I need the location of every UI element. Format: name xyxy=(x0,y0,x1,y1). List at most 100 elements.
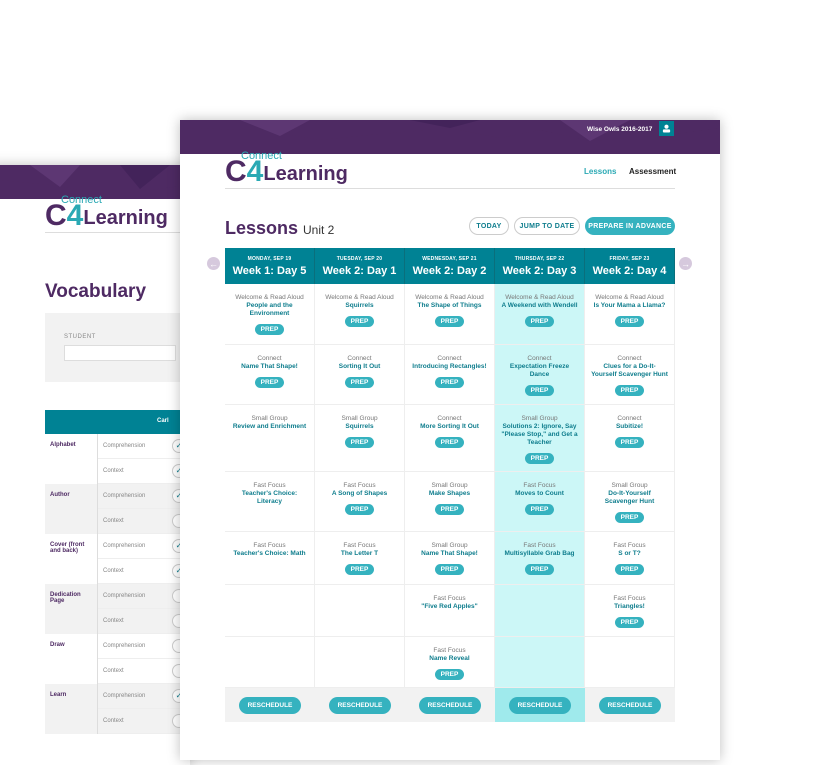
vocab-word: Author xyxy=(45,484,98,534)
prep-button[interactable]: PREP xyxy=(434,504,465,515)
prepare-in-advance-button[interactable]: PREPARE IN ADVANCE xyxy=(585,217,675,235)
day-header: FRIDAY, SEP 23 Week 2: Day 4 xyxy=(585,248,675,284)
lesson-name-link[interactable]: Multisyllable Grab Bag xyxy=(495,550,584,558)
lesson-name-link[interactable]: Is Your Mama a Llama? xyxy=(585,302,674,310)
lesson-name-link[interactable]: Squirrels xyxy=(315,302,404,310)
lesson-name-link[interactable]: A Weekend with Wendell xyxy=(495,302,584,310)
user-icon[interactable] xyxy=(659,121,674,136)
prep-button[interactable]: PREP xyxy=(614,316,645,327)
lesson-name-link[interactable]: Subitize! xyxy=(585,423,674,431)
lesson-cell: Connect Name That Shape! PREP xyxy=(225,345,315,405)
lesson-name-link[interactable]: More Sorting It Out xyxy=(405,423,494,431)
vocab-type: Comprehension xyxy=(103,443,146,449)
student-input[interactable] xyxy=(64,345,176,361)
prep-button[interactable]: PREP xyxy=(344,437,375,448)
lesson-type: Fast Focus xyxy=(523,482,556,489)
prep-button[interactable]: PREP xyxy=(344,504,375,515)
lesson-cell: Connect Expectation Freeze Dance PREP xyxy=(495,345,585,405)
logo[interactable]: C4 Connect Learning xyxy=(225,150,348,187)
lesson-name-link[interactable]: "Five Red Apples" xyxy=(405,603,494,611)
prep-button[interactable]: PREP xyxy=(434,669,465,680)
reschedule-cell: RESCHEDULE xyxy=(405,688,495,722)
reschedule-button[interactable]: RESCHEDULE xyxy=(598,696,662,714)
prep-button[interactable]: PREP xyxy=(614,617,645,628)
lesson-type: Fast Focus xyxy=(613,542,646,549)
reschedule-button[interactable]: RESCHEDULE xyxy=(328,696,392,714)
lesson-name-link[interactable]: Review and Enrichment xyxy=(225,423,314,431)
prep-button[interactable]: PREP xyxy=(524,453,555,464)
lesson-cell: Fast Focus Teacher's Choice: Literacy xyxy=(225,472,315,532)
lesson-name-link[interactable]: Name Reveal xyxy=(405,655,494,663)
reschedule-button[interactable]: RESCHEDULE xyxy=(238,696,302,714)
lesson-cell: Fast Focus Multisyllable Grab Bag PREP xyxy=(495,532,585,585)
vocab-row: Context xyxy=(98,609,190,634)
prep-button[interactable]: PREP xyxy=(254,377,285,388)
today-button[interactable]: TODAY xyxy=(469,217,509,235)
lesson-cell: Welcome & Read Aloud The Shape of Things P… xyxy=(405,284,495,345)
vocab-word: Alphabet xyxy=(45,434,98,484)
lesson-type: Connect xyxy=(347,355,372,362)
reschedule-button[interactable]: RESCHEDULE xyxy=(418,696,482,714)
nav-lessons[interactable]: Lessons xyxy=(584,167,616,176)
lesson-cell: Welcome & Read Aloud A Weekend with Wende… xyxy=(495,284,585,345)
lesson-name-link[interactable]: Make Shapes xyxy=(405,490,494,498)
prep-button[interactable]: PREP xyxy=(524,564,555,575)
prep-button[interactable]: PREP xyxy=(254,324,285,335)
prep-button[interactable]: PREP xyxy=(344,316,375,327)
prep-button[interactable]: PREP xyxy=(524,316,555,327)
lesson-name-link[interactable]: Sorting It Out xyxy=(315,363,404,371)
reschedule-button[interactable]: RESCHEDULE xyxy=(508,696,572,714)
vocabulary-window: C4 Connect Learning Vocabulary STUDENT C… xyxy=(0,165,190,765)
prep-button[interactable]: PREP xyxy=(434,437,465,448)
lesson-name-link[interactable]: Name That Shape! xyxy=(225,363,314,371)
prep-button[interactable]: PREP xyxy=(434,377,465,388)
lesson-name-link[interactable]: Solutions 2: Ignore, Say "Please Stop," … xyxy=(495,423,584,447)
prep-button[interactable]: PREP xyxy=(434,564,465,575)
lesson-type: Connect xyxy=(437,415,462,422)
prep-button[interactable]: PREP xyxy=(524,385,555,396)
lesson-name-link[interactable]: People and the Environment xyxy=(225,302,314,318)
prep-button[interactable]: PREP xyxy=(524,504,555,515)
lesson-name-link[interactable]: The Shape of Things xyxy=(405,302,494,310)
day-header: WEDNESDAY, SEP 21 Week 2: Day 2 xyxy=(405,248,495,284)
prep-button[interactable]: PREP xyxy=(344,377,375,388)
prep-button[interactable]: PREP xyxy=(434,316,465,327)
logo[interactable]: C4 Connect Learning xyxy=(45,194,168,231)
nav-assessment[interactable]: Assessment xyxy=(629,167,676,176)
lesson-cell xyxy=(225,637,315,688)
reschedule-cell: RESCHEDULE xyxy=(585,688,675,722)
next-arrow-icon[interactable]: → xyxy=(679,257,692,270)
lesson-name-link[interactable]: Squirrels xyxy=(315,423,404,431)
vocab-type: Context xyxy=(103,568,124,574)
lesson-name-link[interactable]: Do-It-Yourself Scavenger Hunt xyxy=(585,490,674,506)
vocab-type: Context xyxy=(103,518,124,524)
prep-button[interactable]: PREP xyxy=(614,512,645,523)
lesson-name-link[interactable]: Clues for a Do-It-Yourself Scavenger Hun… xyxy=(585,363,674,379)
lesson-cell: Small Group Review and Enrichment xyxy=(225,405,315,472)
jump-to-date-button[interactable]: JUMP TO DATE xyxy=(514,217,580,235)
lesson-name-link[interactable]: Moves to Count xyxy=(495,490,584,498)
lesson-cell: Connect More Sorting It Out PREP xyxy=(405,405,495,472)
table-header: Carl xyxy=(45,410,190,434)
class-name[interactable]: Wise Owls 2016-2017 xyxy=(587,126,652,133)
lesson-name-link[interactable]: A Song of Shapes xyxy=(315,490,404,498)
previous-arrow-icon[interactable]: ← xyxy=(207,257,220,270)
lesson-name-link[interactable]: Triangles! xyxy=(585,603,674,611)
prep-button[interactable]: PREP xyxy=(344,564,375,575)
lesson-type: Welcome & Read Aloud xyxy=(235,294,304,301)
vocab-type: Context xyxy=(103,668,124,674)
lesson-name-link[interactable]: Teacher's Choice: Math xyxy=(225,550,314,558)
lesson-name-link[interactable]: Name That Shape! xyxy=(405,550,494,558)
vocab-type: Comprehension xyxy=(103,693,146,699)
lesson-name-link[interactable]: Teacher's Choice: Literacy xyxy=(225,490,314,506)
lesson-name-link[interactable]: S or T? xyxy=(585,550,674,558)
vocab-type: Context xyxy=(103,468,124,474)
lesson-name-link[interactable]: Expectation Freeze Dance xyxy=(495,363,584,379)
prep-button[interactable]: PREP xyxy=(614,437,645,448)
divider xyxy=(225,188,675,189)
lesson-name-link[interactable]: The Letter T xyxy=(315,550,404,558)
prep-button[interactable]: PREP xyxy=(614,385,645,396)
vocab-type: Context xyxy=(103,718,124,724)
prep-button[interactable]: PREP xyxy=(614,564,645,575)
lesson-name-link[interactable]: Introducing Rectangles! xyxy=(405,363,494,371)
